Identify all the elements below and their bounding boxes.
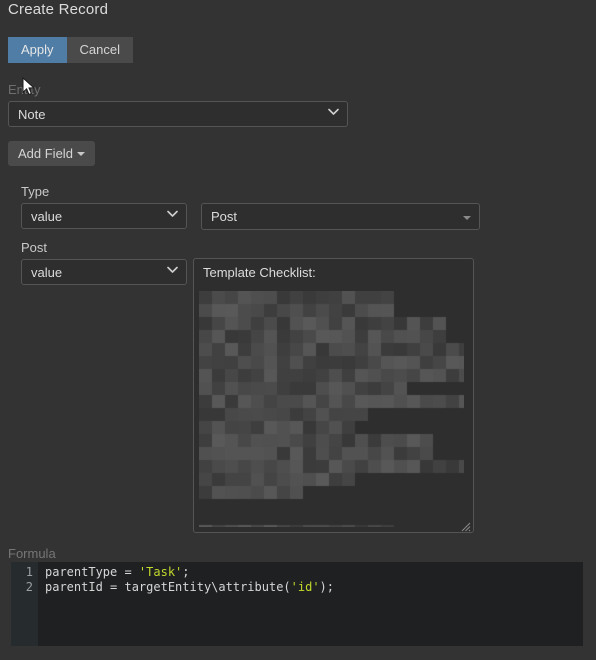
- entity-select[interactable]: Note: [8, 101, 348, 127]
- add-field-button[interactable]: Add Field: [8, 141, 95, 166]
- formula-code-content[interactable]: parentType = 'Task'; parentId = targetEnt…: [38, 562, 583, 646]
- code-token: );: [319, 580, 334, 594]
- type-value-text: Post: [211, 209, 238, 224]
- field-label-type: Type: [21, 184, 50, 199]
- code-string-token: 'Task': [138, 565, 183, 579]
- line-number: 2: [25, 580, 33, 594]
- formula-label: Formula: [8, 546, 56, 561]
- code-token: ;: [182, 565, 190, 579]
- page-title: Create Record: [8, 1, 109, 18]
- caret-down-icon: [463, 216, 471, 220]
- formula-code-editor[interactable]: 12 parentType = 'Task'; parentId = target…: [11, 562, 583, 646]
- code-token: parentType =: [45, 565, 139, 579]
- apply-button[interactable]: Apply: [8, 37, 67, 63]
- field-controls-type: value Post: [21, 203, 581, 230]
- line-number: 1: [25, 565, 33, 579]
- type-value-dropdown[interactable]: Post: [201, 203, 480, 230]
- post-mode-select[interactable]: value: [21, 259, 187, 285]
- code-line: parentType = 'Task';: [45, 565, 583, 580]
- field-label-post: Post: [21, 240, 48, 255]
- cancel-button[interactable]: Cancel: [66, 37, 133, 63]
- caret-down-icon: [76, 151, 85, 156]
- post-value-textarea[interactable]: Template Checklist:: [193, 258, 474, 533]
- post-value-text: Template Checklist:: [203, 265, 316, 280]
- action-button-row: Apply Cancel: [8, 37, 133, 63]
- add-field-label: Add Field: [18, 146, 73, 161]
- entity-select-wrapper[interactable]: Note: [8, 101, 348, 127]
- resize-grip-icon[interactable]: [461, 520, 471, 532]
- type-mode-select[interactable]: value: [21, 203, 187, 229]
- code-token: parentId = targetEntity\attribute(: [45, 580, 291, 594]
- type-mode-select-wrapper[interactable]: value: [21, 203, 187, 229]
- code-string-token: 'id': [290, 580, 320, 594]
- code-line: parentId = targetEntity\attribute('id');: [45, 580, 583, 595]
- entity-label: Entity: [8, 82, 41, 97]
- line-number-gutter: 12: [11, 562, 38, 646]
- post-mode-select-wrapper[interactable]: value: [21, 259, 187, 285]
- entity-field-group: Entity Note: [8, 82, 348, 127]
- field-row-type: Type value Post: [21, 184, 581, 230]
- redacted-content-region: [199, 291, 464, 527]
